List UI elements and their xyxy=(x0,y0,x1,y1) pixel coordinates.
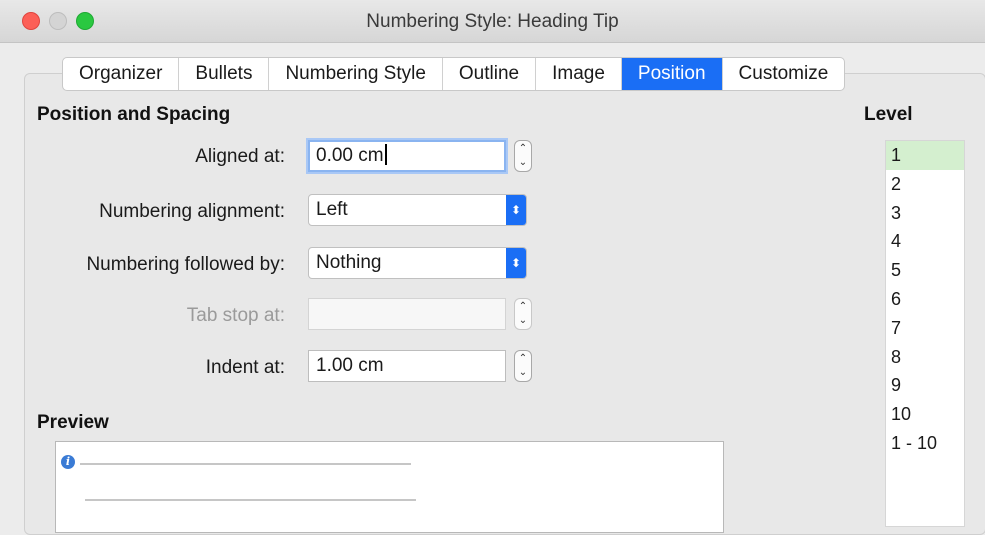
level-heading: Level xyxy=(864,104,913,125)
level-item-3[interactable]: 3 xyxy=(886,199,964,228)
numbering-followed-by-select[interactable]: Nothing ⬍ xyxy=(308,247,527,279)
indent-at-stepper[interactable]: ⌃ ⌄ xyxy=(514,350,532,382)
level-item-9[interactable]: 9 xyxy=(886,371,964,400)
numbering-alignment-label: Numbering alignment: xyxy=(99,201,285,222)
indent-at-input[interactable]: 1.00 cm xyxy=(308,350,506,382)
tab-bullets[interactable]: Bullets xyxy=(179,58,270,90)
preview-line xyxy=(85,499,416,501)
aligned-at-label: Aligned at: xyxy=(195,146,285,167)
tab-bar: Organizer Bullets Numbering Style Outlin… xyxy=(62,57,846,91)
chevron-updown-icon: ⬍ xyxy=(506,195,526,225)
chevron-updown-icon: ⬍ xyxy=(506,248,526,278)
tab-customize[interactable]: Customize xyxy=(723,58,845,90)
title-bar: Numbering Style: Heading Tip xyxy=(0,0,985,43)
level-item-1[interactable]: 1 xyxy=(886,141,964,170)
info-icon: i xyxy=(61,455,75,469)
preview-area: i xyxy=(55,441,724,533)
preview-heading: Preview xyxy=(37,412,109,433)
level-item-6[interactable]: 6 xyxy=(886,285,964,314)
stepper-icon: ⌃ ⌄ xyxy=(518,353,528,378)
tab-stop-at-label: Tab stop at: xyxy=(186,305,285,326)
tab-stop-at-input[interactable] xyxy=(308,298,506,330)
level-list[interactable]: 1 2 3 4 5 6 7 8 9 10 1 - 10 xyxy=(885,140,965,527)
text-caret xyxy=(384,144,387,165)
aligned-at-value: 0.00 cm xyxy=(316,145,384,166)
tab-outline[interactable]: Outline xyxy=(443,58,537,90)
tab-image[interactable]: Image xyxy=(536,58,622,90)
level-item-10[interactable]: 10 xyxy=(886,400,964,429)
numbering-followed-by-label: Numbering followed by: xyxy=(86,254,285,275)
numbering-alignment-value: Left xyxy=(316,199,348,220)
window-title: Numbering Style: Heading Tip xyxy=(366,11,619,32)
level-item-5[interactable]: 5 xyxy=(886,256,964,285)
level-item-all[interactable]: 1 - 10 xyxy=(886,429,964,458)
tab-numbering-style[interactable]: Numbering Style xyxy=(269,58,443,90)
tab-stop-at-stepper[interactable]: ⌃ ⌄ xyxy=(514,298,532,330)
level-item-4[interactable]: 4 xyxy=(886,227,964,256)
stepper-icon: ⌃ ⌄ xyxy=(518,143,528,168)
indent-at-label: Indent at: xyxy=(205,357,285,378)
level-item-2[interactable]: 2 xyxy=(886,170,964,199)
level-item-7[interactable]: 7 xyxy=(886,314,964,343)
stepper-icon: ⌃ ⌄ xyxy=(518,301,528,326)
level-item-8[interactable]: 8 xyxy=(886,343,964,372)
position-spacing-heading: Position and Spacing xyxy=(37,104,231,125)
tab-organizer[interactable]: Organizer xyxy=(63,58,180,90)
tab-position[interactable]: Position xyxy=(621,58,723,90)
numbering-alignment-select[interactable]: Left ⬍ xyxy=(308,194,527,226)
aligned-at-stepper[interactable]: ⌃ ⌄ xyxy=(514,140,532,172)
aligned-at-input[interactable]: 0.00 cm xyxy=(308,140,506,172)
preview-line xyxy=(80,463,411,465)
numbering-followed-by-value: Nothing xyxy=(316,252,382,273)
